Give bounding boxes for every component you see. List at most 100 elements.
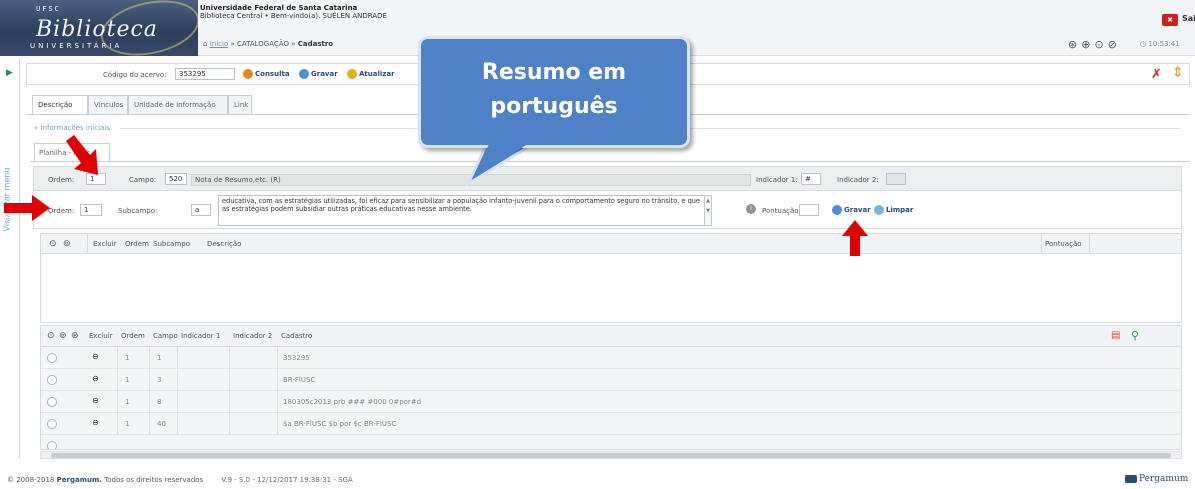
tab-unidade-informacao[interactable]: Unidade de informação <box>128 95 228 114</box>
close-record-icon[interactable]: ✗ <box>1151 67 1162 82</box>
info-icon[interactable]: ⊕ <box>1081 38 1094 51</box>
table-row[interactable]: ⊖ 1 3 BR-FlUSC <box>41 369 1181 391</box>
search-icon[interactable]: ⚲ <box>1131 329 1139 342</box>
indicador2-label: Indicador 2: <box>837 176 879 184</box>
codigo-acervo-input[interactable]: 353295 <box>175 68 235 80</box>
row-select-radio[interactable] <box>47 419 57 429</box>
subcampo-label: Subcampo: <box>118 207 158 215</box>
header-ordem: Ordem <box>121 332 145 340</box>
tab-vinculos[interactable]: Vínculos <box>88 95 128 114</box>
delete-icon[interactable]: ⊖ <box>92 396 99 405</box>
expand-icon[interactable]: ⊚ <box>63 239 71 249</box>
column-divider <box>1089 234 1090 254</box>
collapse-icon[interactable]: ⊙ <box>49 239 57 249</box>
cell-cadastro: 353295 <box>283 354 310 362</box>
breadcrumb-home-link[interactable]: Início <box>210 40 229 48</box>
header-campo: Campo <box>153 332 178 340</box>
footer: © 2008-2018 Pergamum. Todos os direitos … <box>7 476 353 484</box>
delete-icon[interactable]: ⊖ <box>92 374 99 383</box>
codigo-acervo-label: Código do acervo: <box>103 71 167 79</box>
callout-annotation: Resumo em português <box>418 36 698 186</box>
row-select-radio[interactable] <box>47 441 57 449</box>
cell-ordem: 1 <box>125 354 130 362</box>
column-divider <box>229 369 230 391</box>
informacoes-iniciais-toggle[interactable]: » Informações iniciais <box>34 124 110 132</box>
campos-table: ⊙ ⊚ ⊛ Excluir Ordem Campo Indicador 1 In… <box>40 325 1182 450</box>
session-clock: ◷ 10:53:41 <box>1140 40 1180 48</box>
refresh-icon[interactable]: ⊛ <box>1068 38 1081 51</box>
footer-copyright: © 2008-2018 <box>7 476 55 484</box>
copy-icon[interactable]: ▤ <box>1111 330 1120 341</box>
delete-icon[interactable]: ⊖ <box>92 352 99 361</box>
row-select-radio[interactable] <box>47 397 57 407</box>
help-icon[interactable]: ⊙ <box>1094 38 1107 51</box>
table-row[interactable]: ⊖ 1 1 353295 <box>41 347 1181 369</box>
header-subcampo: Subcampo <box>153 240 191 248</box>
institution-name: Universidade Federal de Santa Catarina <box>200 4 358 12</box>
expand-menu-icon[interactable]: ▶ <box>6 68 13 78</box>
ordem-sub-input[interactable]: 1 <box>80 204 102 216</box>
horizontal-scrollbar[interactable] <box>40 451 1182 459</box>
institution-info: Universidade Federal de Santa Catarina B… <box>200 4 387 20</box>
resize-icon[interactable]: ⇕ <box>1172 65 1184 81</box>
table-row[interactable]: ⊖ 1 8 180305c2013 prb ### #000 0#por#d <box>41 391 1181 413</box>
delete-icon[interactable]: ⊖ <box>92 418 99 427</box>
indicador2-input[interactable] <box>886 173 906 185</box>
footer-rights: Todos os direitos reservados <box>104 476 204 484</box>
gravar-subfield-button[interactable]: Gravar <box>832 205 871 215</box>
pergamum-icon <box>1125 474 1137 483</box>
expand-icon[interactable]: ⊚ <box>59 331 67 341</box>
limpar-button[interactable]: Limpar <box>874 205 913 215</box>
atualizar-button[interactable]: Atualizar <box>347 69 395 79</box>
refresh-icon[interactable]: ⊛ <box>71 331 79 341</box>
pontuacao-info-icon[interactable]: i <box>746 204 756 214</box>
cell-campo: 1 <box>157 354 162 362</box>
pergamum-logo-text: Pergamum <box>1139 474 1189 484</box>
tab-descricao[interactable]: Descrição <box>32 95 88 115</box>
consulta-button[interactable]: Consulta <box>243 69 290 79</box>
breadcrumb-separator: » <box>230 40 235 48</box>
collapse-icon[interactable]: ⊙ <box>47 331 55 341</box>
descricao-line-1: educativa, com as estratégias utilizadas… <box>222 197 701 205</box>
arrow-gravar-annotation <box>842 220 868 256</box>
column-divider <box>149 413 150 435</box>
callout-line-1: Resumo em <box>481 60 627 85</box>
limpar-label: Limpar <box>886 206 914 214</box>
column-divider <box>87 234 88 254</box>
save-icon <box>299 69 309 79</box>
pergamum-logo: Pergamum <box>1125 474 1188 484</box>
cell-ordem: 1 <box>125 420 130 428</box>
cell-cadastro: 180305c2013 prb ### #000 0#por#d <box>283 398 422 406</box>
gravar-toolbar-button[interactable]: Gravar <box>299 69 338 79</box>
pontuacao-label: Pontuação <box>762 207 799 215</box>
subcampo-input[interactable]: a <box>191 204 211 216</box>
ordem-sub-label: Ordem: <box>48 207 75 215</box>
table-row[interactable]: ⊖ 1 40 $a BR-FlUSC $b por $c BR-FlUSC <box>41 413 1181 435</box>
sair-link[interactable]: Sair <box>1182 14 1195 23</box>
column-divider <box>177 347 178 369</box>
row-select-radio[interactable] <box>47 353 57 363</box>
header-excluir: Excluir <box>89 332 113 340</box>
cell-campo: 8 <box>157 398 162 406</box>
pontuacao-input[interactable] <box>799 204 819 216</box>
header-cadastro: Cadastro <box>281 332 313 340</box>
tab-link[interactable]: Link <box>228 95 252 114</box>
cell-campo: 3 <box>157 376 162 384</box>
column-divider <box>177 369 178 391</box>
header-ordem: Ordem <box>125 240 149 248</box>
scrollbar-thumb[interactable] <box>51 453 1171 458</box>
textarea-scrollbar[interactable]: ▲ ▼ <box>704 195 712 226</box>
table-row[interactable] <box>41 435 1181 449</box>
column-divider <box>149 369 150 391</box>
settings-icon[interactable]: ⊘ <box>1108 38 1121 51</box>
header-pontuacao: Pontuação <box>1045 240 1082 248</box>
exit-icon[interactable]: ✖ <box>1162 14 1178 26</box>
campo-input[interactable]: 520 <box>165 173 187 185</box>
arrow-ordem-annotation <box>66 135 98 175</box>
biblioteca-logo[interactable]: UFSC Biblioteca UNIVERSITÁRIA <box>0 0 198 56</box>
visualizar-menu-toggle[interactable]: Visualizar menu <box>0 122 14 242</box>
indicador1-input[interactable]: # <box>801 173 821 185</box>
search-icon <box>243 69 253 79</box>
row-select-radio[interactable] <box>47 375 57 385</box>
descricao-textarea[interactable]: educativa, com as estratégias utilizadas… <box>218 195 708 226</box>
